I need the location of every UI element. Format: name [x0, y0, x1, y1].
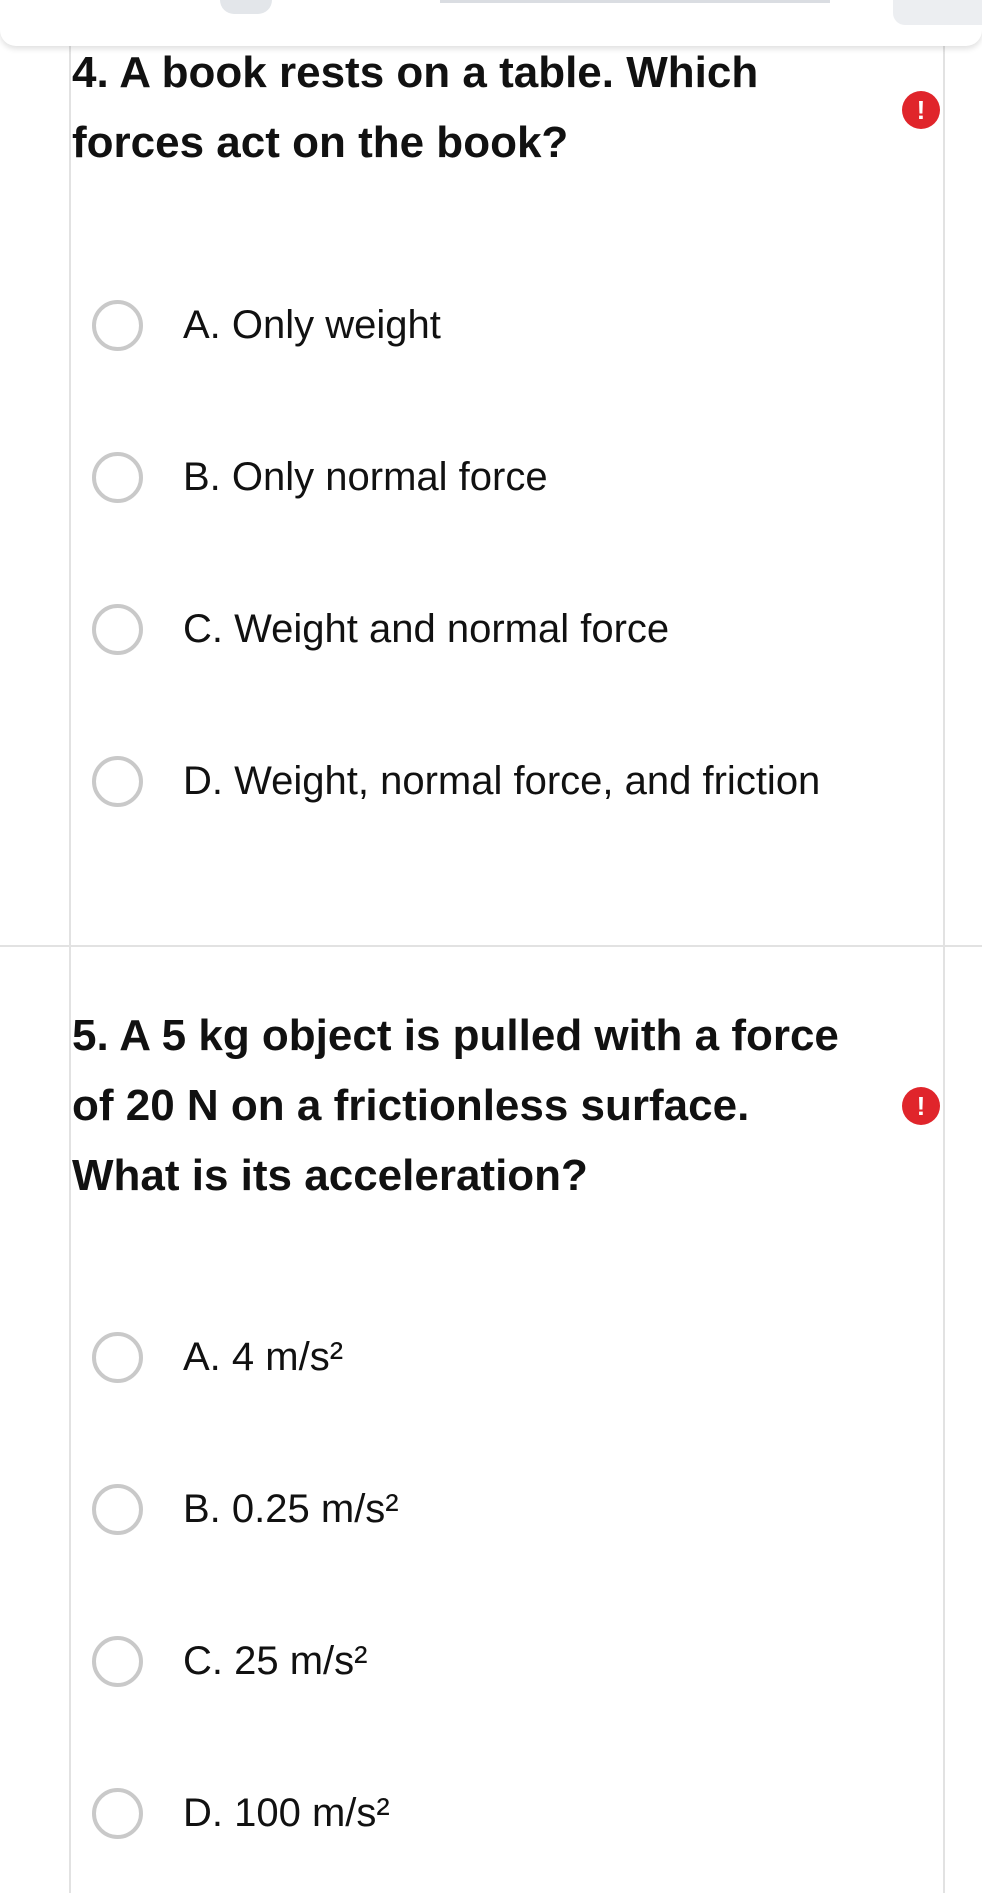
option-label: C. Weight and normal force [183, 606, 670, 651]
q5-option-c[interactable]: C. 25 m/s² [92, 1631, 367, 1691]
radio-button[interactable] [92, 1483, 143, 1535]
radio-button[interactable] [92, 755, 143, 807]
radio-button[interactable] [92, 1331, 143, 1383]
required-alert-icon: ! [902, 1087, 940, 1125]
radio-button[interactable] [92, 603, 143, 655]
q5-option-a[interactable]: A. 4 m/s² [92, 1327, 343, 1387]
q4-option-b[interactable]: B. Only normal force [92, 447, 548, 507]
question-5-title: 5. A 5 kg object is pulled with a force … [72, 1011, 839, 1200]
option-label: D. 100 m/s² [183, 1790, 390, 1835]
top-header-bar [0, 0, 982, 46]
option-label: D. Weight, normal force, and friction [183, 758, 821, 803]
radio-button[interactable] [92, 1635, 143, 1687]
question-divider [0, 945, 982, 947]
header-title-stub [440, 0, 830, 3]
option-label: B. Only normal force [183, 454, 548, 499]
q5-option-b[interactable]: B. 0.25 m/s² [92, 1479, 399, 1539]
option-label: B. 0.25 m/s² [183, 1486, 399, 1531]
logo-icon [220, 0, 272, 14]
radio-button[interactable] [92, 1787, 143, 1839]
required-alert-icon: ! [902, 91, 940, 129]
radio-button[interactable] [92, 451, 143, 503]
q4-option-d[interactable]: D. Weight, normal force, and friction [92, 751, 820, 811]
header-button[interactable] [893, 0, 982, 25]
option-label: A. 4 m/s² [183, 1334, 344, 1379]
radio-button[interactable] [92, 299, 143, 351]
question-4-title: 4. A book rests on a table. Which forces… [72, 48, 759, 167]
option-label: A. Only weight [183, 302, 441, 347]
q4-option-c[interactable]: C. Weight and normal force [92, 599, 669, 659]
q5-option-d[interactable]: D. 100 m/s² [92, 1783, 390, 1843]
q4-option-a[interactable]: A. Only weight [92, 295, 441, 355]
option-label: C. 25 m/s² [183, 1638, 368, 1683]
